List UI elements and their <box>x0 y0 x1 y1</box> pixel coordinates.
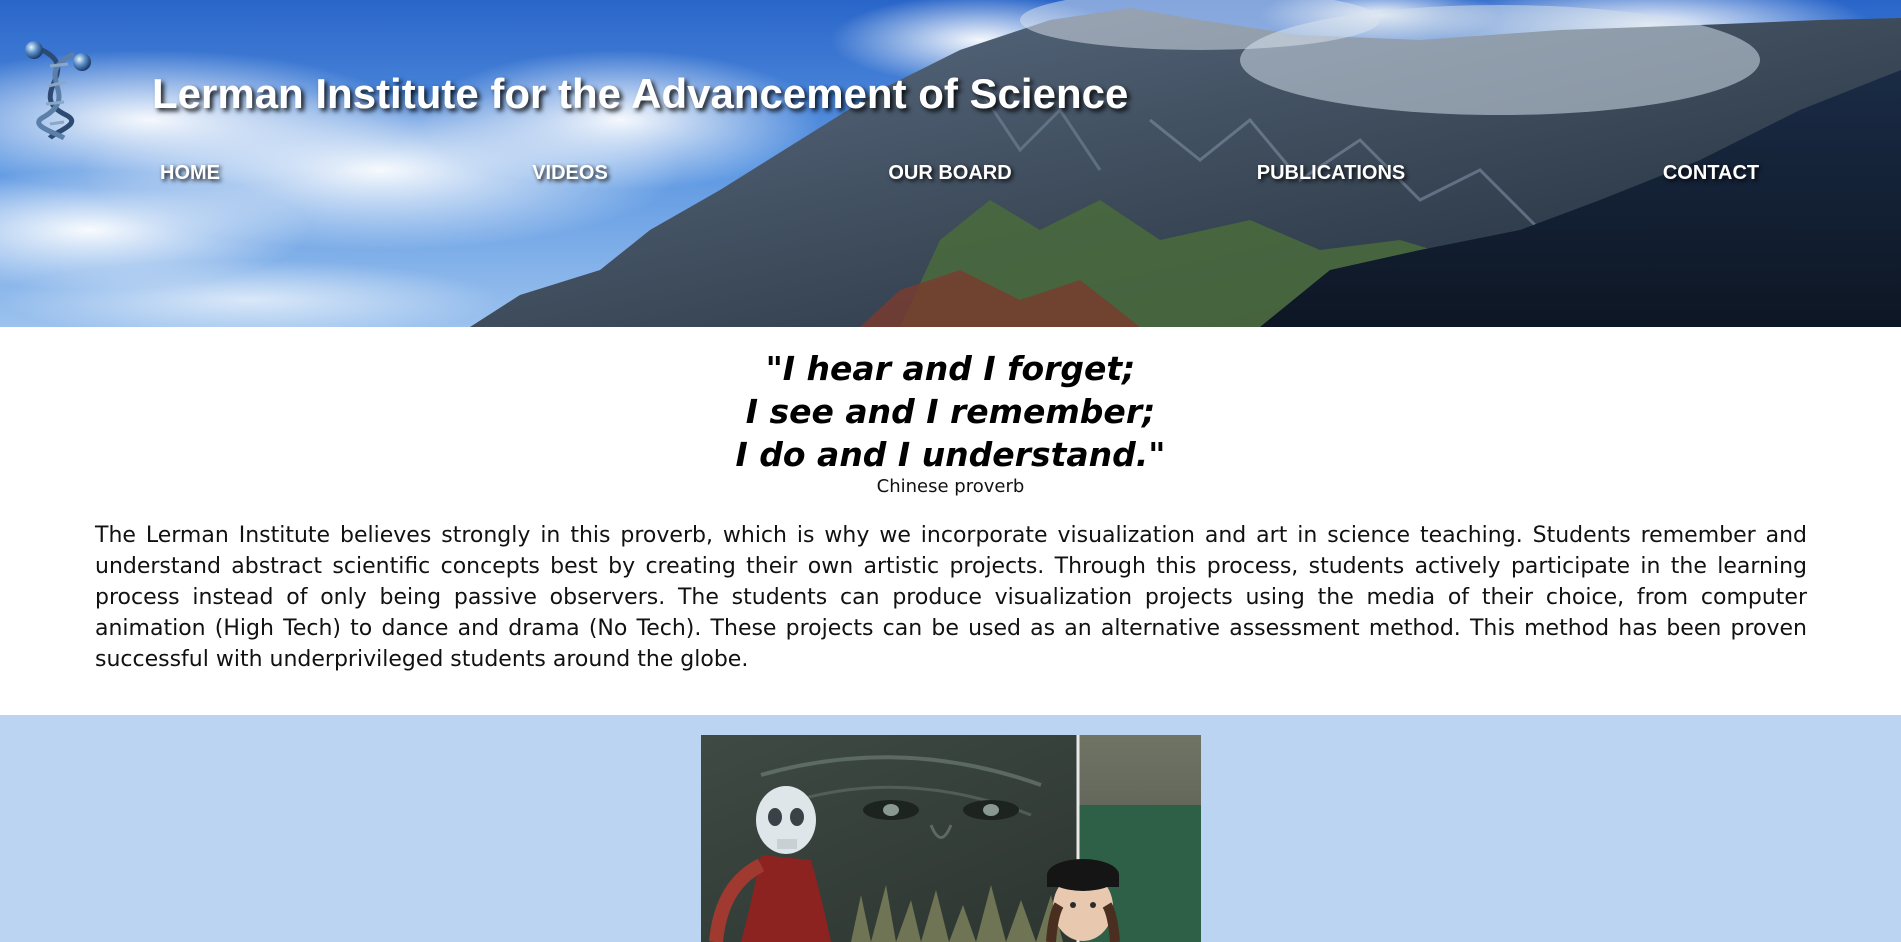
intro-section: "I hear and I forget; I see and I rememb… <box>0 327 1901 715</box>
nav-publications[interactable]: PUBLICATIONS <box>1257 160 1406 186</box>
nav-our-board[interactable]: OUR BOARD <box>888 160 1011 186</box>
quote-line: I do and I understand." <box>735 435 1166 474</box>
nav-home[interactable]: HOME <box>160 160 220 186</box>
proverb-quote: "I hear and I forget; I see and I rememb… <box>0 347 1901 476</box>
nav-videos[interactable]: VIDEOS <box>532 160 608 186</box>
site-title[interactable]: Lerman Institute for the Advancement of … <box>152 70 1128 118</box>
intro-paragraph: The Lerman Institute believes strongly i… <box>95 523 1807 672</box>
nav-contact[interactable]: CONTACT <box>1663 160 1759 186</box>
quote-attribution: Chinese proverb <box>876 476 1025 497</box>
page: Lerman Institute for the Advancement of … <box>0 0 1901 942</box>
site-header: Lerman Institute for the Advancement of … <box>0 0 1901 327</box>
gallery-section <box>0 715 1901 942</box>
main-nav: HOME VIDEOS OUR BOARD PUBLICATIONS CONTA… <box>0 160 1901 190</box>
dna-helix-icon[interactable] <box>14 40 98 141</box>
quote-line: I see and I remember; <box>745 392 1156 431</box>
student-with-skeleton-mural-photo <box>701 735 1201 942</box>
quote-line: "I hear and I forget; <box>765 349 1136 388</box>
